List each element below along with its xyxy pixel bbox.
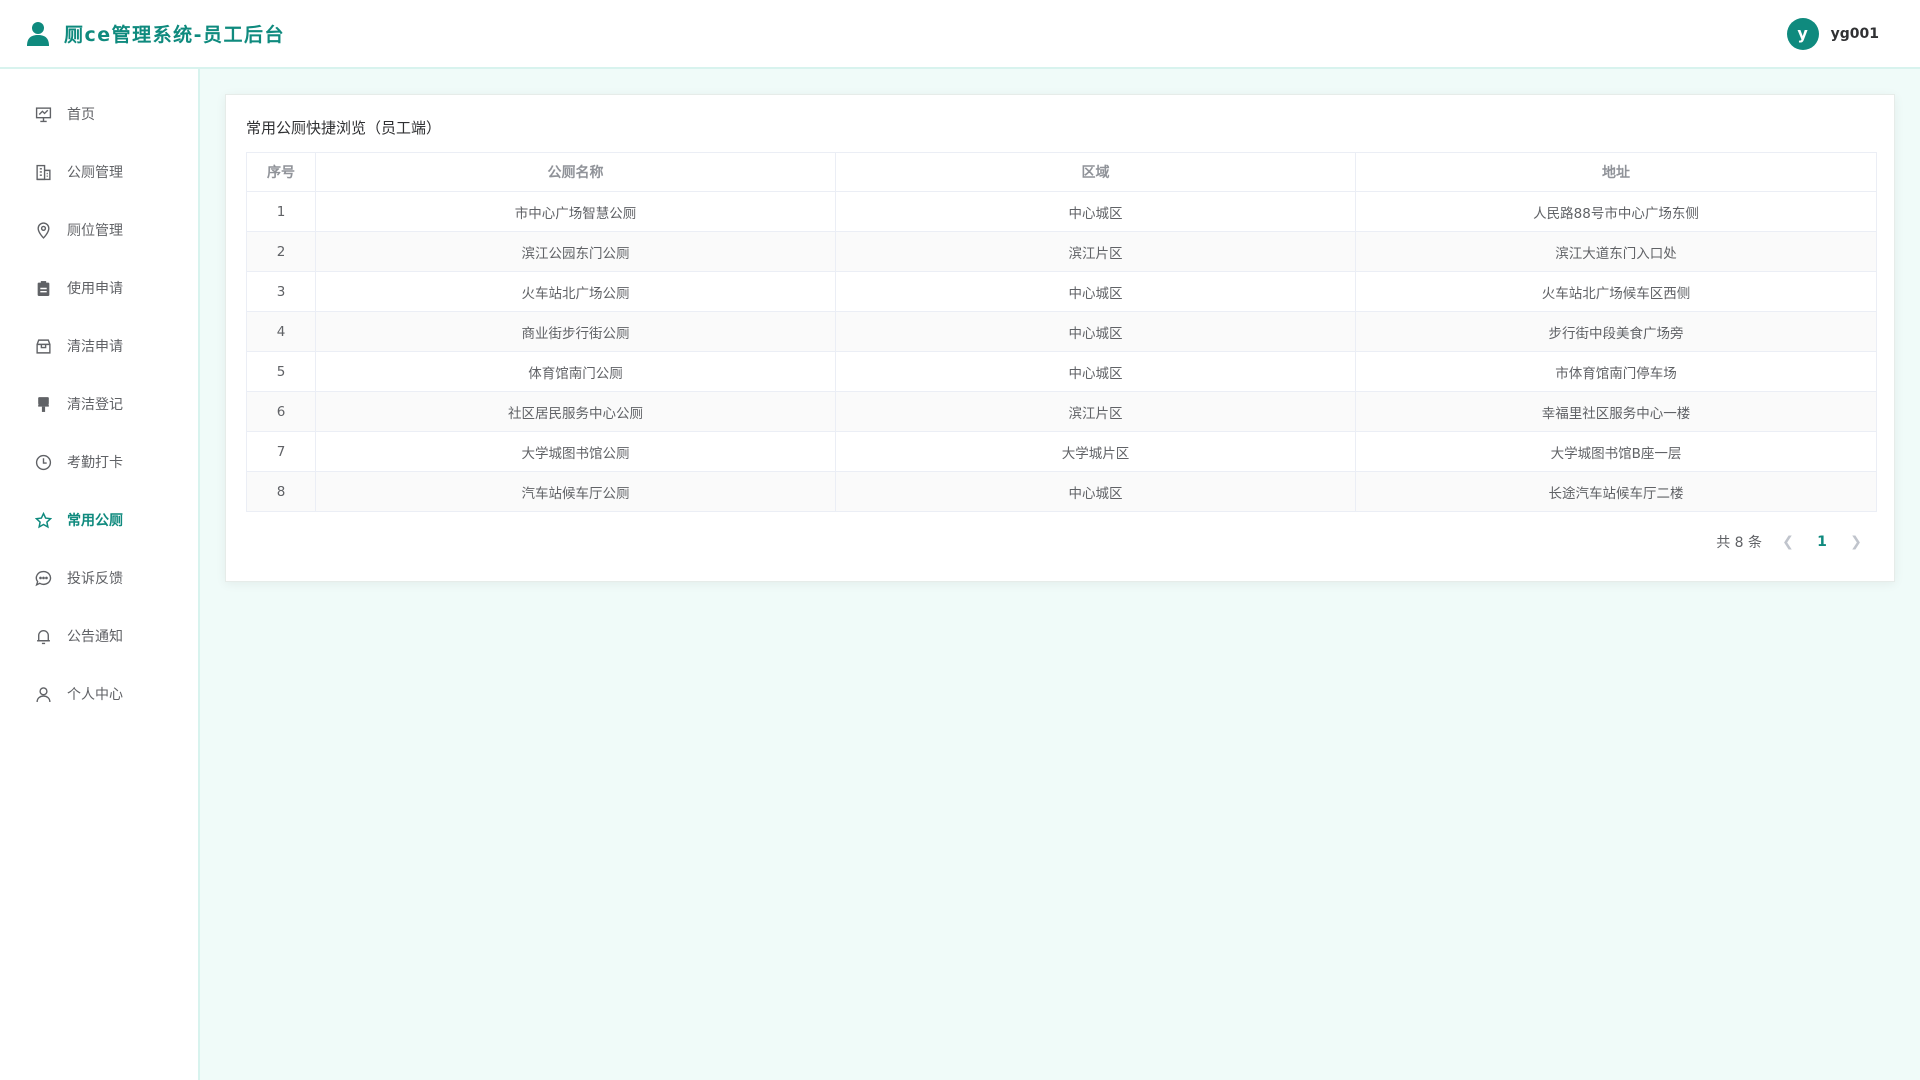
column-header-address: 地址: [1355, 152, 1877, 192]
sidebar-item-label: 考勤打卡: [67, 455, 123, 471]
cell-name: 火车站北广场公厕: [315, 271, 836, 312]
sidebar-item-label: 清洁登记: [67, 397, 123, 413]
cell-area: 中心城区: [835, 471, 1356, 512]
chevron-left-icon[interactable]: ❮: [1780, 534, 1796, 550]
cell-area: 中心城区: [835, 271, 1356, 312]
chevron-right-icon[interactable]: ❯: [1848, 534, 1864, 550]
pagination: 共 8 条 ❮ 1 ❯: [1716, 532, 1864, 552]
cell-index: 5: [246, 351, 316, 392]
cell-area: 中心城区: [835, 351, 1356, 392]
column-header-name: 公厕名称: [315, 152, 836, 192]
cell-area: 滨江片区: [835, 391, 1356, 432]
location-pin-icon: [35, 221, 52, 239]
cell-area: 中心城区: [835, 311, 1356, 352]
cell-address: 长途汽车站候车厅二楼: [1355, 471, 1877, 512]
sidebar-item-label: 公厕管理: [67, 165, 123, 181]
cell-name: 体育馆南门公厕: [315, 351, 836, 392]
sidebar-item-label: 公告通知: [67, 629, 123, 645]
table-row[interactable]: 3 火车站北广场公厕 中心城区 火车站北广场候车区西侧: [246, 271, 1877, 312]
cell-index: 6: [246, 391, 316, 432]
sidebar-item-stall-management[interactable]: 厕位管理: [0, 201, 198, 259]
table-row[interactable]: 8 汽车站候车厅公厕 中心城区 长途汽车站候车厅二楼: [246, 471, 1877, 512]
star-icon: [35, 511, 52, 529]
cell-address: 市体育馆南门停车场: [1355, 351, 1877, 392]
page-number-current[interactable]: 1: [1814, 534, 1830, 550]
sidebar-item-favorite-toilets[interactable]: 常用公厕: [0, 491, 198, 549]
cell-index: 4: [246, 311, 316, 352]
table-row[interactable]: 6 社区居民服务中心公厕 滨江片区 幸福里社区服务中心一楼: [246, 391, 1877, 432]
presentation-icon: [35, 106, 52, 123]
brush-icon: [35, 396, 52, 413]
app-title: 厕ce管理系统-员工后台: [64, 24, 286, 46]
sidebar-item-feedback[interactable]: 投诉反馈: [0, 549, 198, 607]
sidebar: 首页 公厕管理 厕位管理 使用申请 清洁申请 清洁登记 考勤打卡 常用公厕 投诉…: [0, 69, 200, 1080]
user-icon: [35, 686, 52, 703]
cell-area: 大学城片区: [835, 431, 1356, 472]
table-row[interactable]: 4 商业街步行街公厕 中心城区 步行街中段美食广场旁: [246, 311, 1877, 352]
cell-address: 人民路88号市中心广场东侧: [1355, 191, 1877, 232]
cell-name: 汽车站候车厅公厕: [315, 471, 836, 512]
sidebar-item-label: 清洁申请: [67, 339, 123, 355]
cell-area: 中心城区: [835, 191, 1356, 232]
sidebar-item-label: 厕位管理: [67, 223, 123, 239]
cell-area: 滨江片区: [835, 231, 1356, 272]
cell-address: 火车站北广场候车区西侧: [1355, 271, 1877, 312]
cell-name: 大学城图书馆公厕: [315, 431, 836, 472]
pagination-total: 共 8 条: [1716, 535, 1762, 551]
user-menu[interactable]: y yg001: [1786, 17, 1879, 50]
sidebar-item-home[interactable]: 首页: [0, 85, 198, 143]
bell-icon: [35, 628, 52, 645]
column-header-area: 区域: [835, 152, 1356, 192]
column-header-index: 序号: [246, 152, 316, 192]
user-icon: [27, 21, 49, 46]
cell-index: 8: [246, 471, 316, 512]
cell-name: 社区居民服务中心公厕: [315, 391, 836, 432]
sidebar-item-label: 首页: [67, 107, 95, 123]
cell-index: 1: [246, 191, 316, 232]
top-header: 厕ce管理系统-员工后台 y yg001: [0, 0, 1920, 69]
sidebar-item-label: 投诉反馈: [67, 571, 123, 587]
cell-index: 3: [246, 271, 316, 312]
table-header-row: 序号 公厕名称 区域 地址: [246, 152, 1877, 192]
favorite-toilets-card: 常用公厕快捷浏览（员工端） 序号 公厕名称 区域 地址 1 市中心广场智慧公厕 …: [225, 94, 1895, 582]
sidebar-item-announcements[interactable]: 公告通知: [0, 607, 198, 665]
cell-address: 步行街中段美食广场旁: [1355, 311, 1877, 352]
cell-address: 幸福里社区服务中心一楼: [1355, 391, 1877, 432]
clock-icon: [35, 454, 52, 471]
building-icon: [35, 164, 52, 181]
sidebar-item-attendance[interactable]: 考勤打卡: [0, 433, 198, 491]
username[interactable]: yg001: [1831, 26, 1879, 42]
sidebar-item-label: 使用申请: [67, 281, 123, 297]
sidebar-item-cleaning-request[interactable]: 清洁申请: [0, 317, 198, 375]
avatar[interactable]: y: [1786, 17, 1819, 50]
table-row[interactable]: 2 滨江公园东门公厕 滨江片区 滨江大道东门入口处: [246, 231, 1877, 272]
table-row[interactable]: 7 大学城图书馆公厕 大学城片区 大学城图书馆B座一层: [246, 431, 1877, 472]
sidebar-item-profile[interactable]: 个人中心: [0, 665, 198, 723]
card-title: 常用公厕快捷浏览（员工端）: [246, 119, 442, 137]
clipboard-icon: [35, 280, 52, 297]
table-row[interactable]: 1 市中心广场智慧公厕 中心城区 人民路88号市中心广场东侧: [246, 191, 1877, 232]
toilets-table: 序号 公厕名称 区域 地址 1 市中心广场智慧公厕 中心城区 人民路88号市中心…: [246, 152, 1877, 512]
cell-name: 市中心广场智慧公厕: [315, 191, 836, 232]
sidebar-item-label: 个人中心: [67, 687, 123, 703]
chat-bubble-icon: [35, 570, 52, 587]
cell-index: 7: [246, 431, 316, 472]
cell-name: 滨江公园东门公厕: [315, 231, 836, 272]
sidebar-item-usage-request[interactable]: 使用申请: [0, 259, 198, 317]
box-icon: [35, 338, 52, 355]
sidebar-item-toilet-management[interactable]: 公厕管理: [0, 143, 198, 201]
sidebar-item-cleaning-log[interactable]: 清洁登记: [0, 375, 198, 433]
cell-name: 商业街步行街公厕: [315, 311, 836, 352]
brand: 厕ce管理系统-员工后台: [26, 20, 285, 47]
table-row[interactable]: 5 体育馆南门公厕 中心城区 市体育馆南门停车场: [246, 351, 1877, 392]
cell-index: 2: [246, 231, 316, 272]
cell-address: 大学城图书馆B座一层: [1355, 431, 1877, 472]
cell-address: 滨江大道东门入口处: [1355, 231, 1877, 272]
sidebar-item-label: 常用公厕: [67, 513, 123, 529]
